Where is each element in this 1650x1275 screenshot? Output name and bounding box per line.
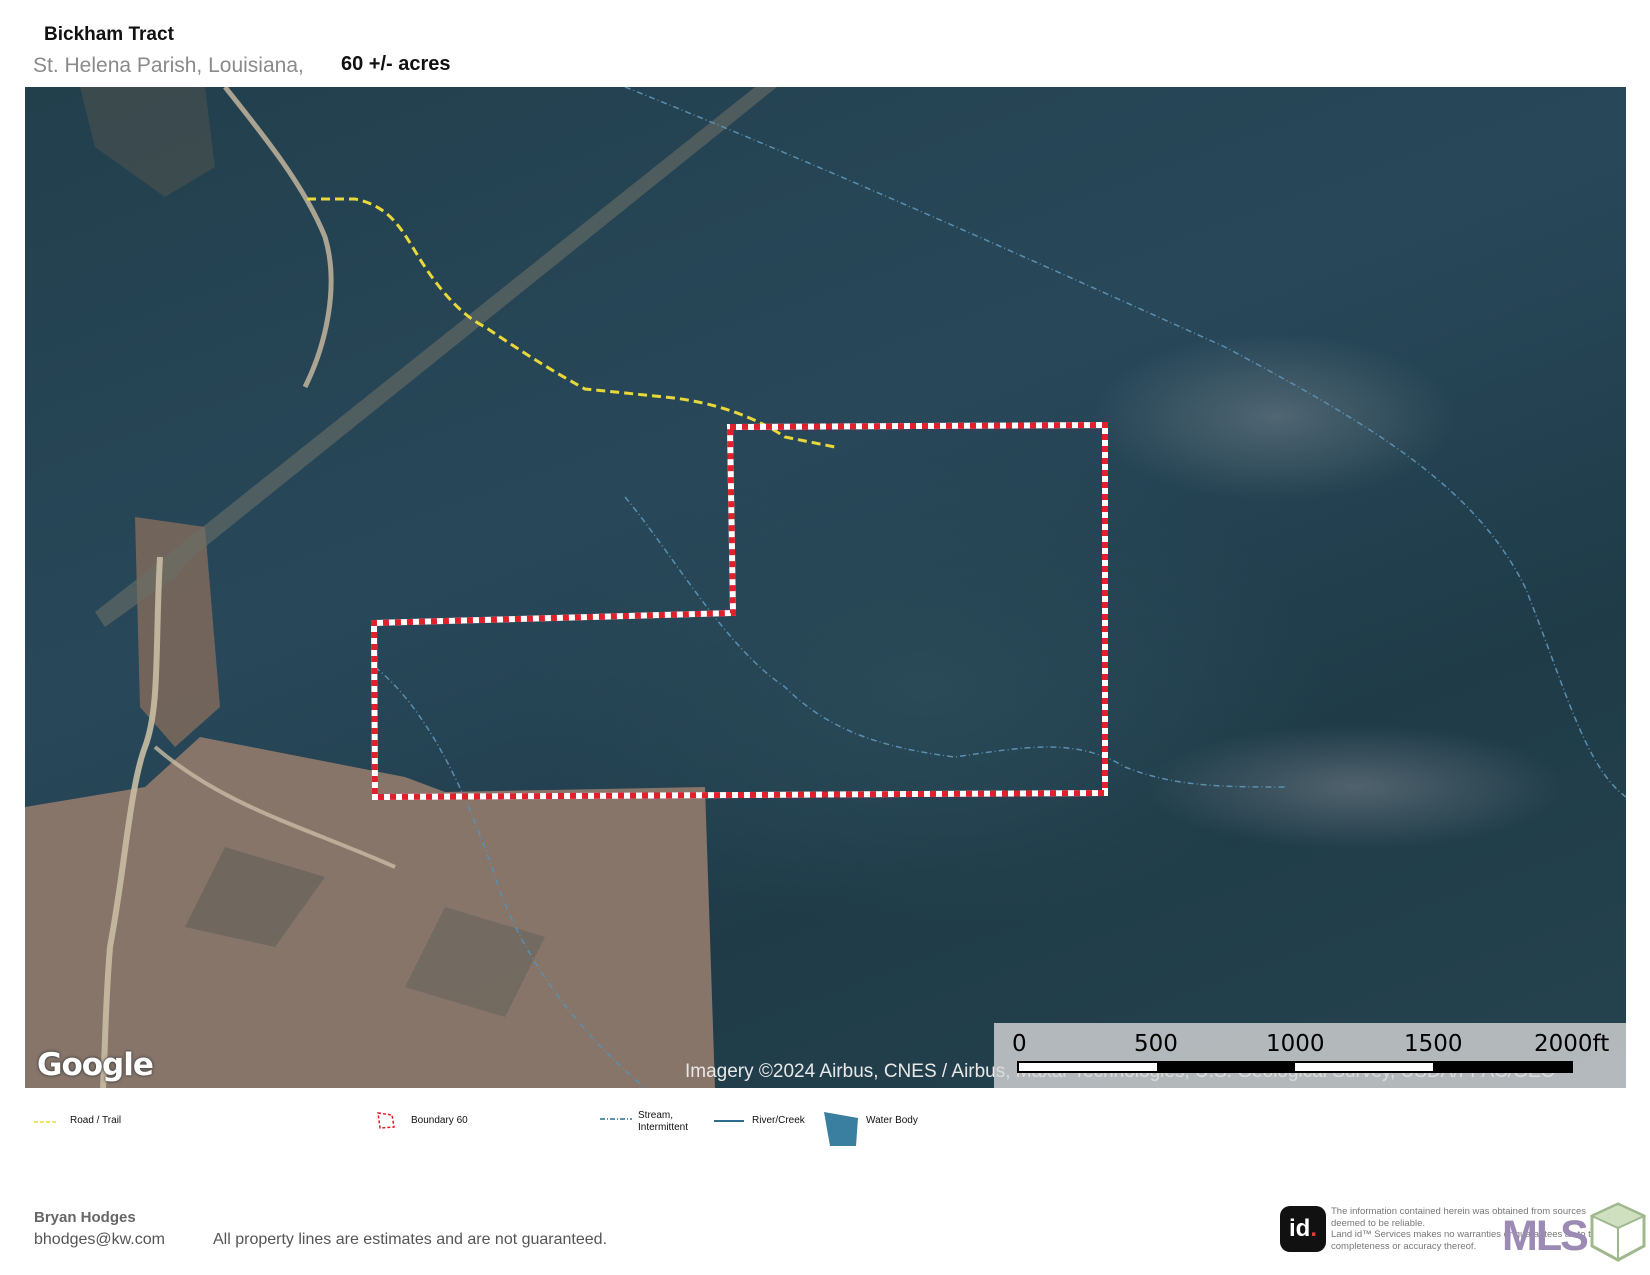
map-location: St. Helena Parish, Louisiana, [33, 54, 304, 77]
mls-logo: MLS [1502, 1212, 1589, 1260]
agent-name: Bryan Hodges [34, 1209, 136, 1226]
google-logo: Google [37, 1047, 154, 1083]
stream-line [624, 496, 1286, 788]
property-disclaimer: All property lines are estimates and are… [213, 1231, 608, 1248]
legend-label: Road / Trail [70, 1115, 122, 1126]
legend-label: Water Body [866, 1115, 918, 1126]
property-boundary [370, 421, 1108, 801]
scale-bar-graphic [1017, 1061, 1573, 1073]
map-acreage: 60 +/- acres [341, 53, 451, 75]
scale-label: 1000 [1266, 1031, 1325, 1057]
map-overlay [25, 87, 1626, 1088]
scale-label: 2000ft [1534, 1031, 1610, 1057]
scale-label: 500 [1134, 1031, 1178, 1057]
scale-bar: 0 500 1000 1500 2000ft [994, 1023, 1626, 1088]
clearcut-area [25, 737, 715, 1088]
boundary-icon [377, 1112, 395, 1129]
clearcut-area [80, 87, 215, 197]
dirt-road [223, 87, 334, 389]
landid-logo: id. [1280, 1206, 1326, 1252]
scale-label: 0 [1012, 1031, 1027, 1057]
agent-email[interactable]: bhodges@kw.com [34, 1231, 165, 1249]
stream-line [624, 87, 1626, 798]
water-body-icon [824, 1112, 858, 1146]
river-icon [714, 1120, 744, 1122]
satellite-map[interactable]: Google Imagery ©2024 Airbus, CNES / Airb… [25, 87, 1626, 1088]
legend-label: Intermittent [638, 1122, 689, 1133]
stream-icon [600, 1118, 632, 1120]
road-trail-icon [34, 1121, 58, 1123]
legend-label: Boundary 60 [411, 1115, 468, 1126]
mls-cube-icon [1590, 1202, 1646, 1262]
legend-label: Stream, [638, 1110, 674, 1121]
scale-label: 1500 [1404, 1031, 1463, 1057]
legend-label: River/Creek [752, 1115, 805, 1126]
map-title: Bickham Tract [44, 24, 174, 45]
